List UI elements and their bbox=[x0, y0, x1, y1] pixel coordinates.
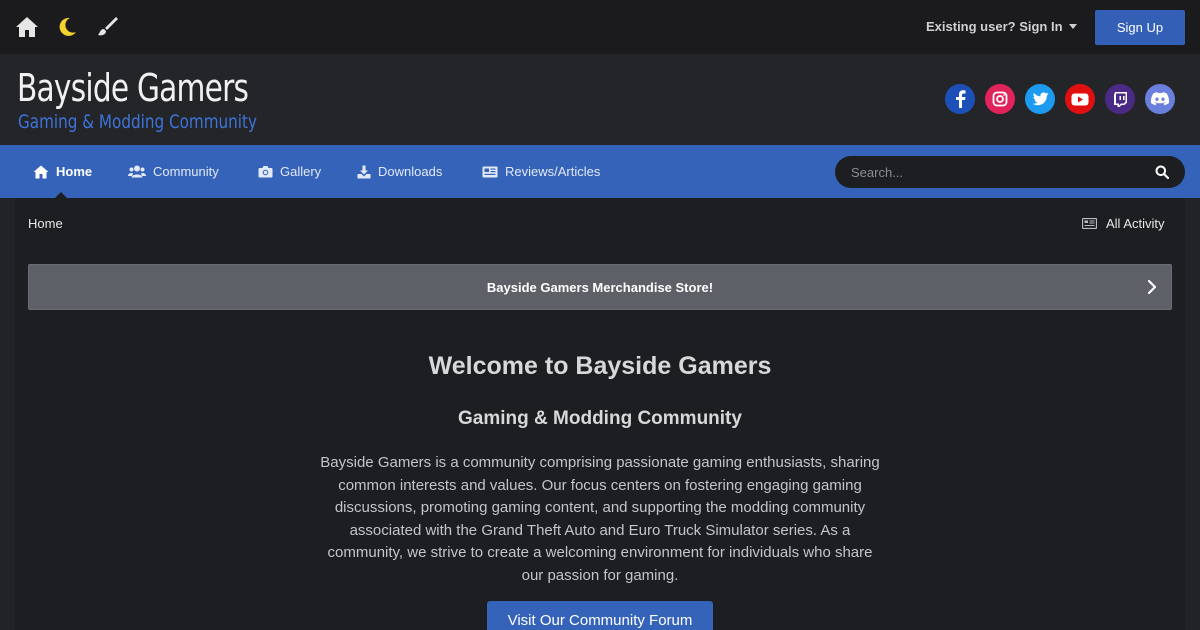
youtube-icon[interactable] bbox=[1065, 84, 1095, 114]
paintbrush-icon[interactable] bbox=[94, 14, 120, 40]
sign-in-label: Existing user? Sign In bbox=[926, 19, 1063, 34]
breadcrumb-home[interactable]: Home bbox=[28, 216, 63, 231]
download-icon bbox=[357, 165, 371, 178]
search-icon[interactable] bbox=[1155, 165, 1170, 180]
nav-item-reviews-articles[interactable]: Reviews/Articles bbox=[482, 145, 600, 198]
banner-label: Bayside Gamers Merchandise Store! bbox=[486, 279, 714, 295]
top-bar: Existing user? Sign In Sign Up bbox=[0, 0, 1200, 54]
merchandise-banner[interactable]: Bayside Gamers Merchandise Store! bbox=[28, 264, 1172, 310]
nav-item-label: Downloads bbox=[378, 164, 443, 179]
all-activity-label: All Activity bbox=[1106, 216, 1165, 231]
site-header: Bayside Gamers Gaming & Modding Communit… bbox=[0, 54, 1200, 145]
twitch-icon[interactable] bbox=[1105, 84, 1135, 114]
nav-item-label: Gallery bbox=[280, 164, 322, 179]
search-bar bbox=[835, 156, 1185, 188]
home-icon[interactable] bbox=[14, 14, 40, 40]
camera-icon bbox=[258, 166, 273, 178]
home-icon bbox=[33, 165, 49, 178]
twitter-icon[interactable] bbox=[1025, 84, 1055, 114]
nav-item-label: Home bbox=[56, 164, 93, 179]
discord-icon[interactable] bbox=[1145, 84, 1175, 114]
nav-item-label: Reviews/Articles bbox=[505, 164, 601, 179]
nav-item-gallery[interactable]: Gallery bbox=[258, 145, 321, 198]
nav-item-label: Community bbox=[153, 164, 219, 179]
sign-in-dropdown[interactable]: Existing user? Sign In bbox=[926, 19, 1077, 34]
nav-item-downloads[interactable]: Downloads bbox=[357, 145, 442, 198]
welcome-heading: Welcome to Bayside Gamers bbox=[428, 352, 772, 380]
instagram-icon[interactable] bbox=[985, 84, 1015, 114]
users-icon bbox=[128, 165, 146, 178]
visit-forum-label: Visit Our Community Forum bbox=[507, 611, 693, 629]
search-input[interactable] bbox=[851, 156, 1151, 188]
chevron-right-icon bbox=[1147, 279, 1157, 295]
nav-item-community[interactable]: Community bbox=[128, 145, 219, 198]
community-description: Bayside Gamers is a community comprising… bbox=[320, 454, 880, 584]
sign-up-button[interactable]: Sign Up bbox=[1095, 10, 1185, 45]
welcome-subheading: Gaming & Modding Community bbox=[458, 408, 742, 429]
nav-item-home[interactable]: Home bbox=[33, 145, 92, 198]
facebook-icon[interactable] bbox=[945, 84, 975, 114]
newspaper-icon bbox=[1082, 218, 1097, 229]
caret-down-icon bbox=[1068, 24, 1077, 29]
visit-forum-button[interactable]: Visit Our Community Forum bbox=[487, 601, 713, 630]
site-title[interactable]: Bayside Gamers bbox=[17, 66, 249, 110]
all-activity-link[interactable]: All Activity bbox=[1082, 216, 1165, 231]
moon-icon[interactable] bbox=[54, 14, 80, 40]
site-subtitle: Gaming & Modding Community bbox=[18, 111, 257, 133]
newspaper-icon bbox=[482, 166, 498, 177]
